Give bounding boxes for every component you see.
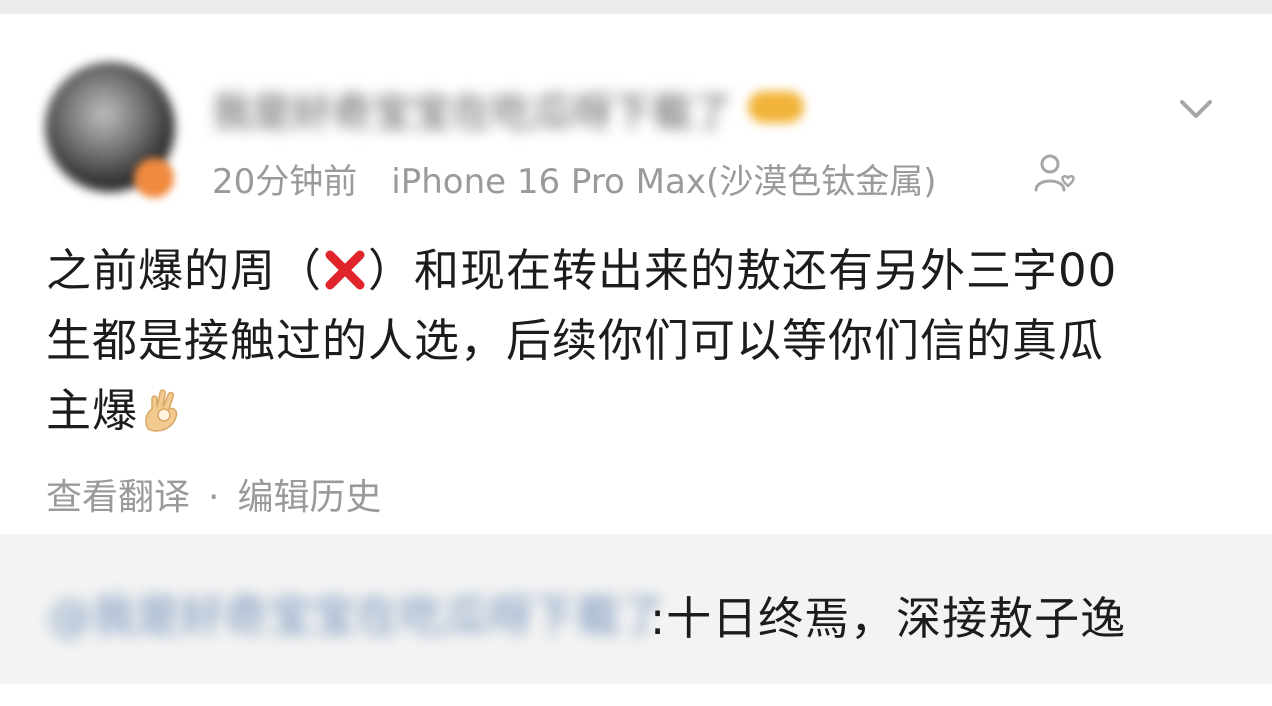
edit-history-link[interactable]: 编辑历史 (237, 477, 381, 518)
content-text-1b: ）和现在转出来的敖还有另外三字00 (368, 244, 1118, 297)
comment-username[interactable]: @我是好奇宝宝在吃瓜呀下载了 (48, 580, 664, 644)
bottom-divider (0, 684, 1272, 706)
content-line-1: 之前爆的周（ ）和现在转出来的敖还有另外三字00 (46, 236, 1226, 306)
avatar-badge (134, 158, 174, 198)
ok-hand-icon (145, 389, 178, 432)
content-line-3: 主爆 (46, 376, 1226, 446)
translate-link[interactable]: 查看翻译 (46, 477, 190, 518)
content-text-3: 主爆 (46, 384, 139, 437)
post-content: 之前爆的周（ ）和现在转出来的敖还有另外三字00 生都是接触过的人选，后续你们可… (46, 236, 1226, 446)
post-time: 20分钟前 (212, 162, 358, 202)
post-device: iPhone 16 Pro Max(沙漠色钛金属) (391, 162, 937, 202)
top-divider (0, 0, 1272, 14)
comment-row[interactable]: @我是好奇宝宝在吃瓜呀下载了 :十日终焉，深接敖子逸 (0, 534, 1272, 684)
post-username[interactable]: 我是好奇宝宝在吃瓜呀下载了 (212, 80, 732, 138)
post-actions: 查看翻译 · 编辑历史 (46, 468, 381, 520)
content-text-1a: 之前爆的周（ (46, 244, 323, 297)
chevron-down-icon[interactable] (1174, 86, 1218, 130)
vip-badge-icon (748, 91, 804, 123)
comment-text: :十日终焉，深接敖子逸 (650, 592, 1127, 645)
post-meta: 20分钟前 iPhone 16 Pro Max(沙漠色钛金属) (212, 154, 936, 203)
weibo-post-card: 我是好奇宝宝在吃瓜呀下载了 20分钟前 iPhone 16 Pro Max(沙漠… (0, 14, 1272, 534)
cross-mark-icon (325, 250, 365, 290)
separator-dot: · (208, 477, 220, 518)
content-line-2: 生都是接触过的人选，后续你们可以等你们信的真瓜 (46, 314, 1105, 367)
follow-user-icon[interactable] (1032, 150, 1080, 198)
